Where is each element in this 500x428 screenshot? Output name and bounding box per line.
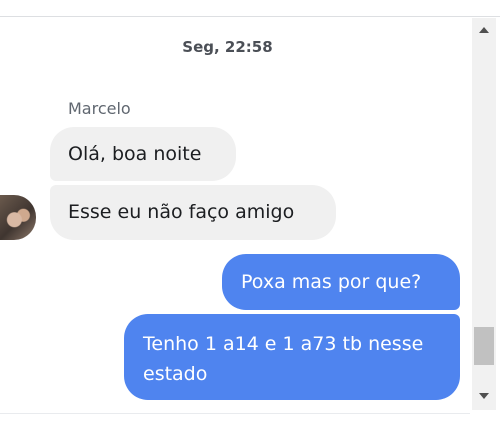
bottom-divider <box>0 413 470 414</box>
message-timestamp: Seg, 22:58 <box>182 38 273 56</box>
sender-name: Marcelo <box>68 99 131 118</box>
chevron-down-icon[interactable] <box>479 393 489 399</box>
chevron-up-icon[interactable] <box>479 27 489 33</box>
chat-window: Seg, 22:58 Marcelo Olá, boa noite Esse e… <box>0 0 500 428</box>
outgoing-message[interactable]: Poxa mas por que? <box>222 254 460 310</box>
incoming-message[interactable]: Olá, boa noite <box>50 127 236 181</box>
incoming-message[interactable]: Esse eu não faço amigo <box>50 185 336 240</box>
sender-avatar[interactable] <box>0 195 36 240</box>
outgoing-message[interactable]: Tenho 1 a14 e 1 a73 tb nesse estado <box>124 314 460 400</box>
vertical-scrollbar[interactable] <box>472 18 496 410</box>
top-divider <box>0 16 500 17</box>
scrollbar-thumb[interactable] <box>474 327 494 365</box>
